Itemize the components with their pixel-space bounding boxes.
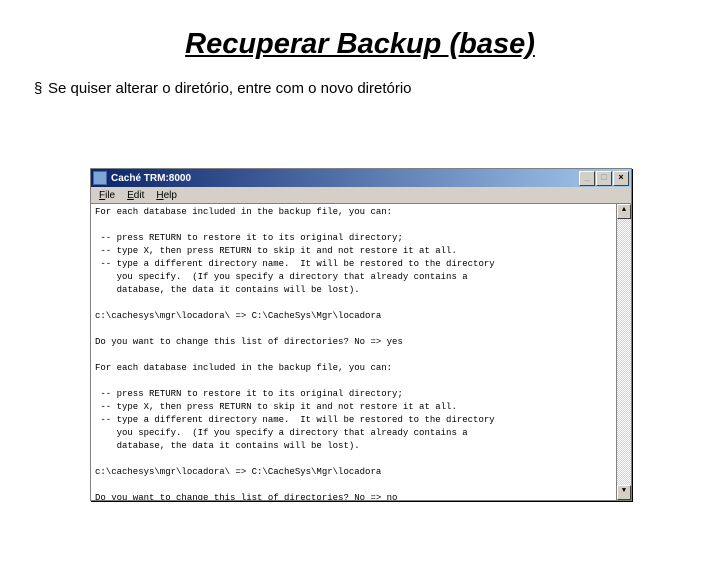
window-controls: _ □ × — [579, 171, 629, 186]
menubar: File Edit Help — [91, 187, 631, 204]
menu-edit[interactable]: Edit — [121, 190, 150, 201]
terminal-window: Caché TRM:8000 _ □ × File Edit Help For … — [90, 168, 632, 501]
close-button[interactable]: × — [613, 171, 629, 186]
slide-title: Recuperar Backup (base) — [0, 28, 720, 61]
vertical-scrollbar[interactable]: ▲ ▼ — [616, 204, 631, 500]
menu-help[interactable]: Help — [150, 190, 183, 201]
scroll-down-button[interactable]: ▼ — [617, 485, 631, 500]
terminal-output[interactable]: For each database included in the backup… — [91, 204, 616, 500]
bullet-glyph: § — [34, 80, 48, 97]
bullet-line: §Se quiser alterar o diretório, entre co… — [34, 80, 720, 97]
app-icon — [93, 171, 107, 185]
minimize-button[interactable]: _ — [579, 171, 595, 186]
scroll-track[interactable] — [617, 219, 631, 485]
window-title: Caché TRM:8000 — [111, 173, 579, 184]
titlebar: Caché TRM:8000 _ □ × — [91, 169, 631, 187]
menu-file[interactable]: File — [93, 190, 121, 201]
bullet-text: Se quiser alterar o diretório, entre com… — [48, 80, 412, 97]
maximize-button[interactable]: □ — [596, 171, 612, 186]
scroll-up-button[interactable]: ▲ — [617, 204, 631, 219]
terminal-client-area: For each database included in the backup… — [91, 204, 631, 500]
